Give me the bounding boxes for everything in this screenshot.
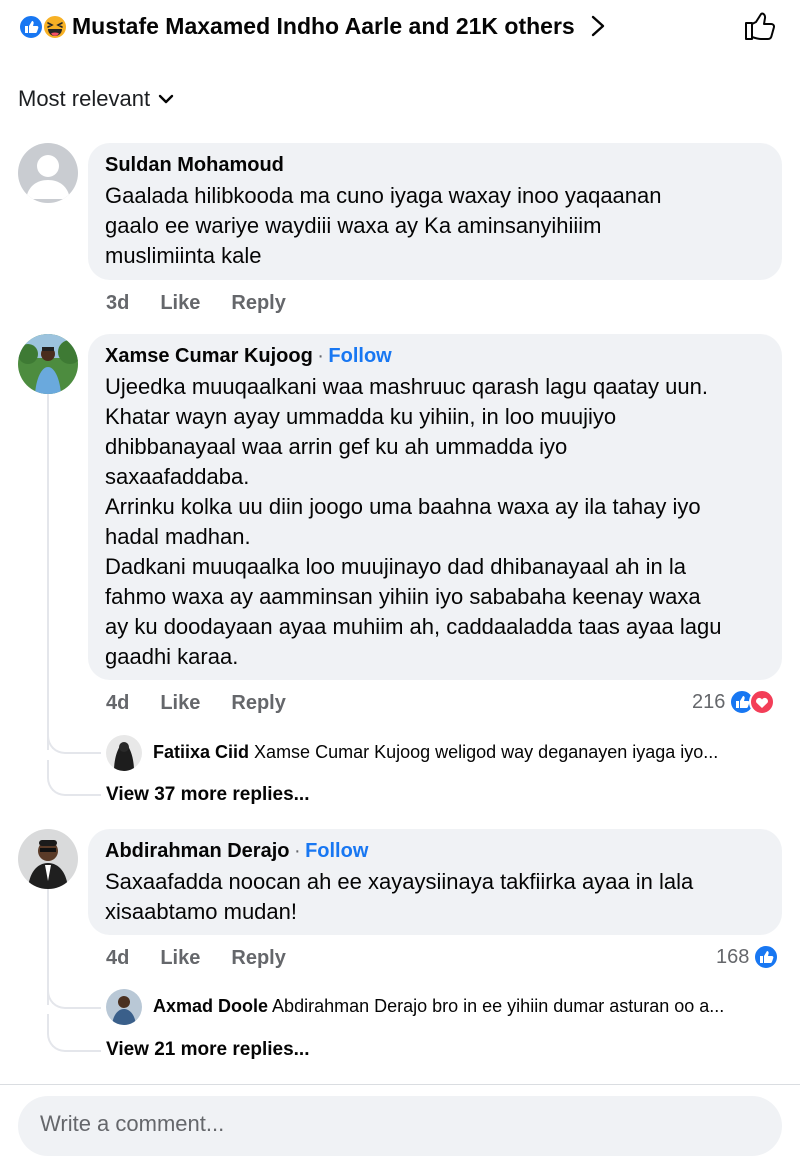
comment-actions: 4d Like Reply <box>106 947 286 970</box>
comment-composer[interactable] <box>18 1096 782 1156</box>
comment-author[interactable]: Abdirahman Derajo <box>105 840 289 862</box>
thread-elbow <box>47 720 101 754</box>
view-more-replies-link[interactable]: View 37 more replies... <box>106 784 309 806</box>
reply-button[interactable]: Reply <box>231 947 285 970</box>
comment-text: Saxaafadda noocan ah ee xayaysiinaya tak… <box>105 869 694 924</box>
divider <box>0 1084 800 1085</box>
like-outline-icon[interactable] <box>742 8 778 44</box>
avatar[interactable] <box>18 334 78 394</box>
profile-photo <box>106 989 142 1025</box>
comment-input[interactable] <box>38 1110 742 1138</box>
separator-dot: · <box>293 840 301 862</box>
reply-author[interactable]: Axmad Doole <box>153 996 268 1016</box>
comment-time[interactable]: 4d <box>106 947 129 970</box>
comment-bubble: Abdirahman Derajo · Follow Saxaafadda no… <box>88 829 782 935</box>
view-more-replies-link[interactable]: View 21 more replies... <box>106 1039 309 1061</box>
like-button[interactable]: Like <box>160 292 200 315</box>
reaction-icons <box>729 689 776 715</box>
reactions-summary[interactable]: Mustafe Maxamed Indho Aarle and 21K othe… <box>72 13 575 40</box>
sort-dropdown[interactable]: Most relevant <box>18 86 174 112</box>
profile-photo <box>18 829 78 889</box>
comment-time[interactable]: 3d <box>106 292 129 315</box>
avatar[interactable] <box>18 829 78 889</box>
comment-actions: 4d Like Reply <box>106 692 286 715</box>
reply-text: Abdirahman Derajo bro in ee yihiin dumar… <box>272 996 725 1016</box>
reaction-count[interactable]: 168 <box>716 944 780 970</box>
avatar[interactable] <box>18 143 78 203</box>
comment-author[interactable]: Xamse Cumar Kujoog <box>105 345 313 367</box>
profile-photo <box>18 334 78 394</box>
reaction-count[interactable]: 216 <box>692 689 776 715</box>
reply-preview[interactable]: Axmad Doole Abdirahman Derajo bro in ee … <box>153 996 778 1017</box>
comment-author[interactable]: Suldan Mohamoud <box>105 154 284 177</box>
reply-avatar[interactable] <box>106 989 142 1025</box>
comment-time[interactable]: 4d <box>106 692 129 715</box>
comment-bubble: Suldan Mohamoud Gaalada hilibkooda ma cu… <box>88 143 782 280</box>
like-button[interactable]: Like <box>160 692 200 715</box>
comment-actions: 3d Like Reply <box>106 292 286 315</box>
reply-text: Xamse Cumar Kujoog weligod way deganayen… <box>254 742 719 762</box>
love-icon <box>749 689 776 715</box>
comment-bubble: Xamse Cumar Kujoog · Follow Ujeedka muuq… <box>88 334 782 680</box>
follow-button[interactable]: Follow <box>328 345 391 367</box>
thread-elbow <box>47 760 101 796</box>
reply-preview[interactable]: Fatiixa Ciid Xamse Cumar Kujoog weligod … <box>153 742 778 763</box>
chevron-right-icon[interactable] <box>588 12 608 40</box>
follow-button[interactable]: Follow <box>305 840 368 862</box>
reaction-icons[interactable] <box>18 14 70 40</box>
reply-author[interactable]: Fatiixa Ciid <box>153 742 249 762</box>
reply-avatar[interactable] <box>106 735 142 771</box>
thread-elbow <box>47 1014 101 1052</box>
separator-dot: · <box>317 345 324 367</box>
profile-photo <box>106 735 142 771</box>
haha-icon <box>42 14 68 40</box>
like-icon <box>18 14 44 40</box>
comment-text: Ujeedka muuqaalkani waa mashruuc qarash … <box>105 374 722 669</box>
like-icon <box>753 944 780 970</box>
like-button[interactable]: Like <box>160 947 200 970</box>
sort-label: Most relevant <box>18 86 151 111</box>
reaction-count-value: 168 <box>716 945 750 968</box>
reply-button[interactable]: Reply <box>231 292 285 315</box>
thread-line <box>47 394 49 750</box>
reply-button[interactable]: Reply <box>231 692 285 715</box>
comment-text: Gaalada hilibkooda ma cuno iyaga waxay i… <box>105 183 662 268</box>
reaction-count-value: 216 <box>692 690 726 713</box>
default-avatar-icon <box>18 143 78 203</box>
chevron-down-icon <box>158 94 174 104</box>
thread-elbow <box>47 975 101 1009</box>
